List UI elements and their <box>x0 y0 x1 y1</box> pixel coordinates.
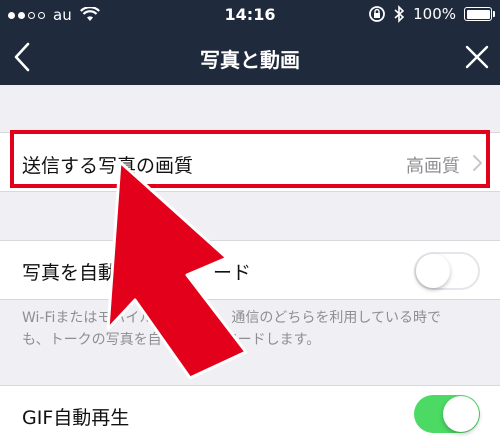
page-title: 写真と動画 <box>200 48 300 72</box>
gif-autoplay-label: GIF自動再生 <box>22 407 130 429</box>
toggle-knob <box>416 254 450 288</box>
chevron-right-icon <box>473 155 482 171</box>
status-right: 100% <box>368 5 495 23</box>
toggle-knob <box>443 396 479 432</box>
orientation-lock-icon <box>369 6 386 22</box>
status-bar: au 14:16 100% <box>0 0 500 30</box>
nav-bar: 写真と動画 <box>0 30 500 85</box>
photo-quality-value: 高画質 <box>406 156 460 177</box>
battery-icon <box>464 7 495 21</box>
bluetooth-icon <box>394 5 405 23</box>
auto-download-row: 写真を自動 ード <box>0 240 500 300</box>
photo-quality-row[interactable]: 送信する写真の画質 高画質 <box>0 132 500 192</box>
auto-download-description: Wi-Fiまたはモバイル 通信のどちらを利用している時で も、トークの写真を自 ダウ… <box>22 310 441 348</box>
gif-autoplay-toggle[interactable] <box>414 395 480 433</box>
close-icon[interactable] <box>462 42 492 72</box>
auto-download-toggle[interactable] <box>414 252 480 290</box>
battery-percent: 100% <box>413 5 456 23</box>
auto-download-label: 写真を自動 ード <box>22 262 252 284</box>
gif-autoplay-row: GIF自動再生 <box>0 385 500 448</box>
photo-quality-label: 送信する写真の画質 <box>22 155 194 177</box>
